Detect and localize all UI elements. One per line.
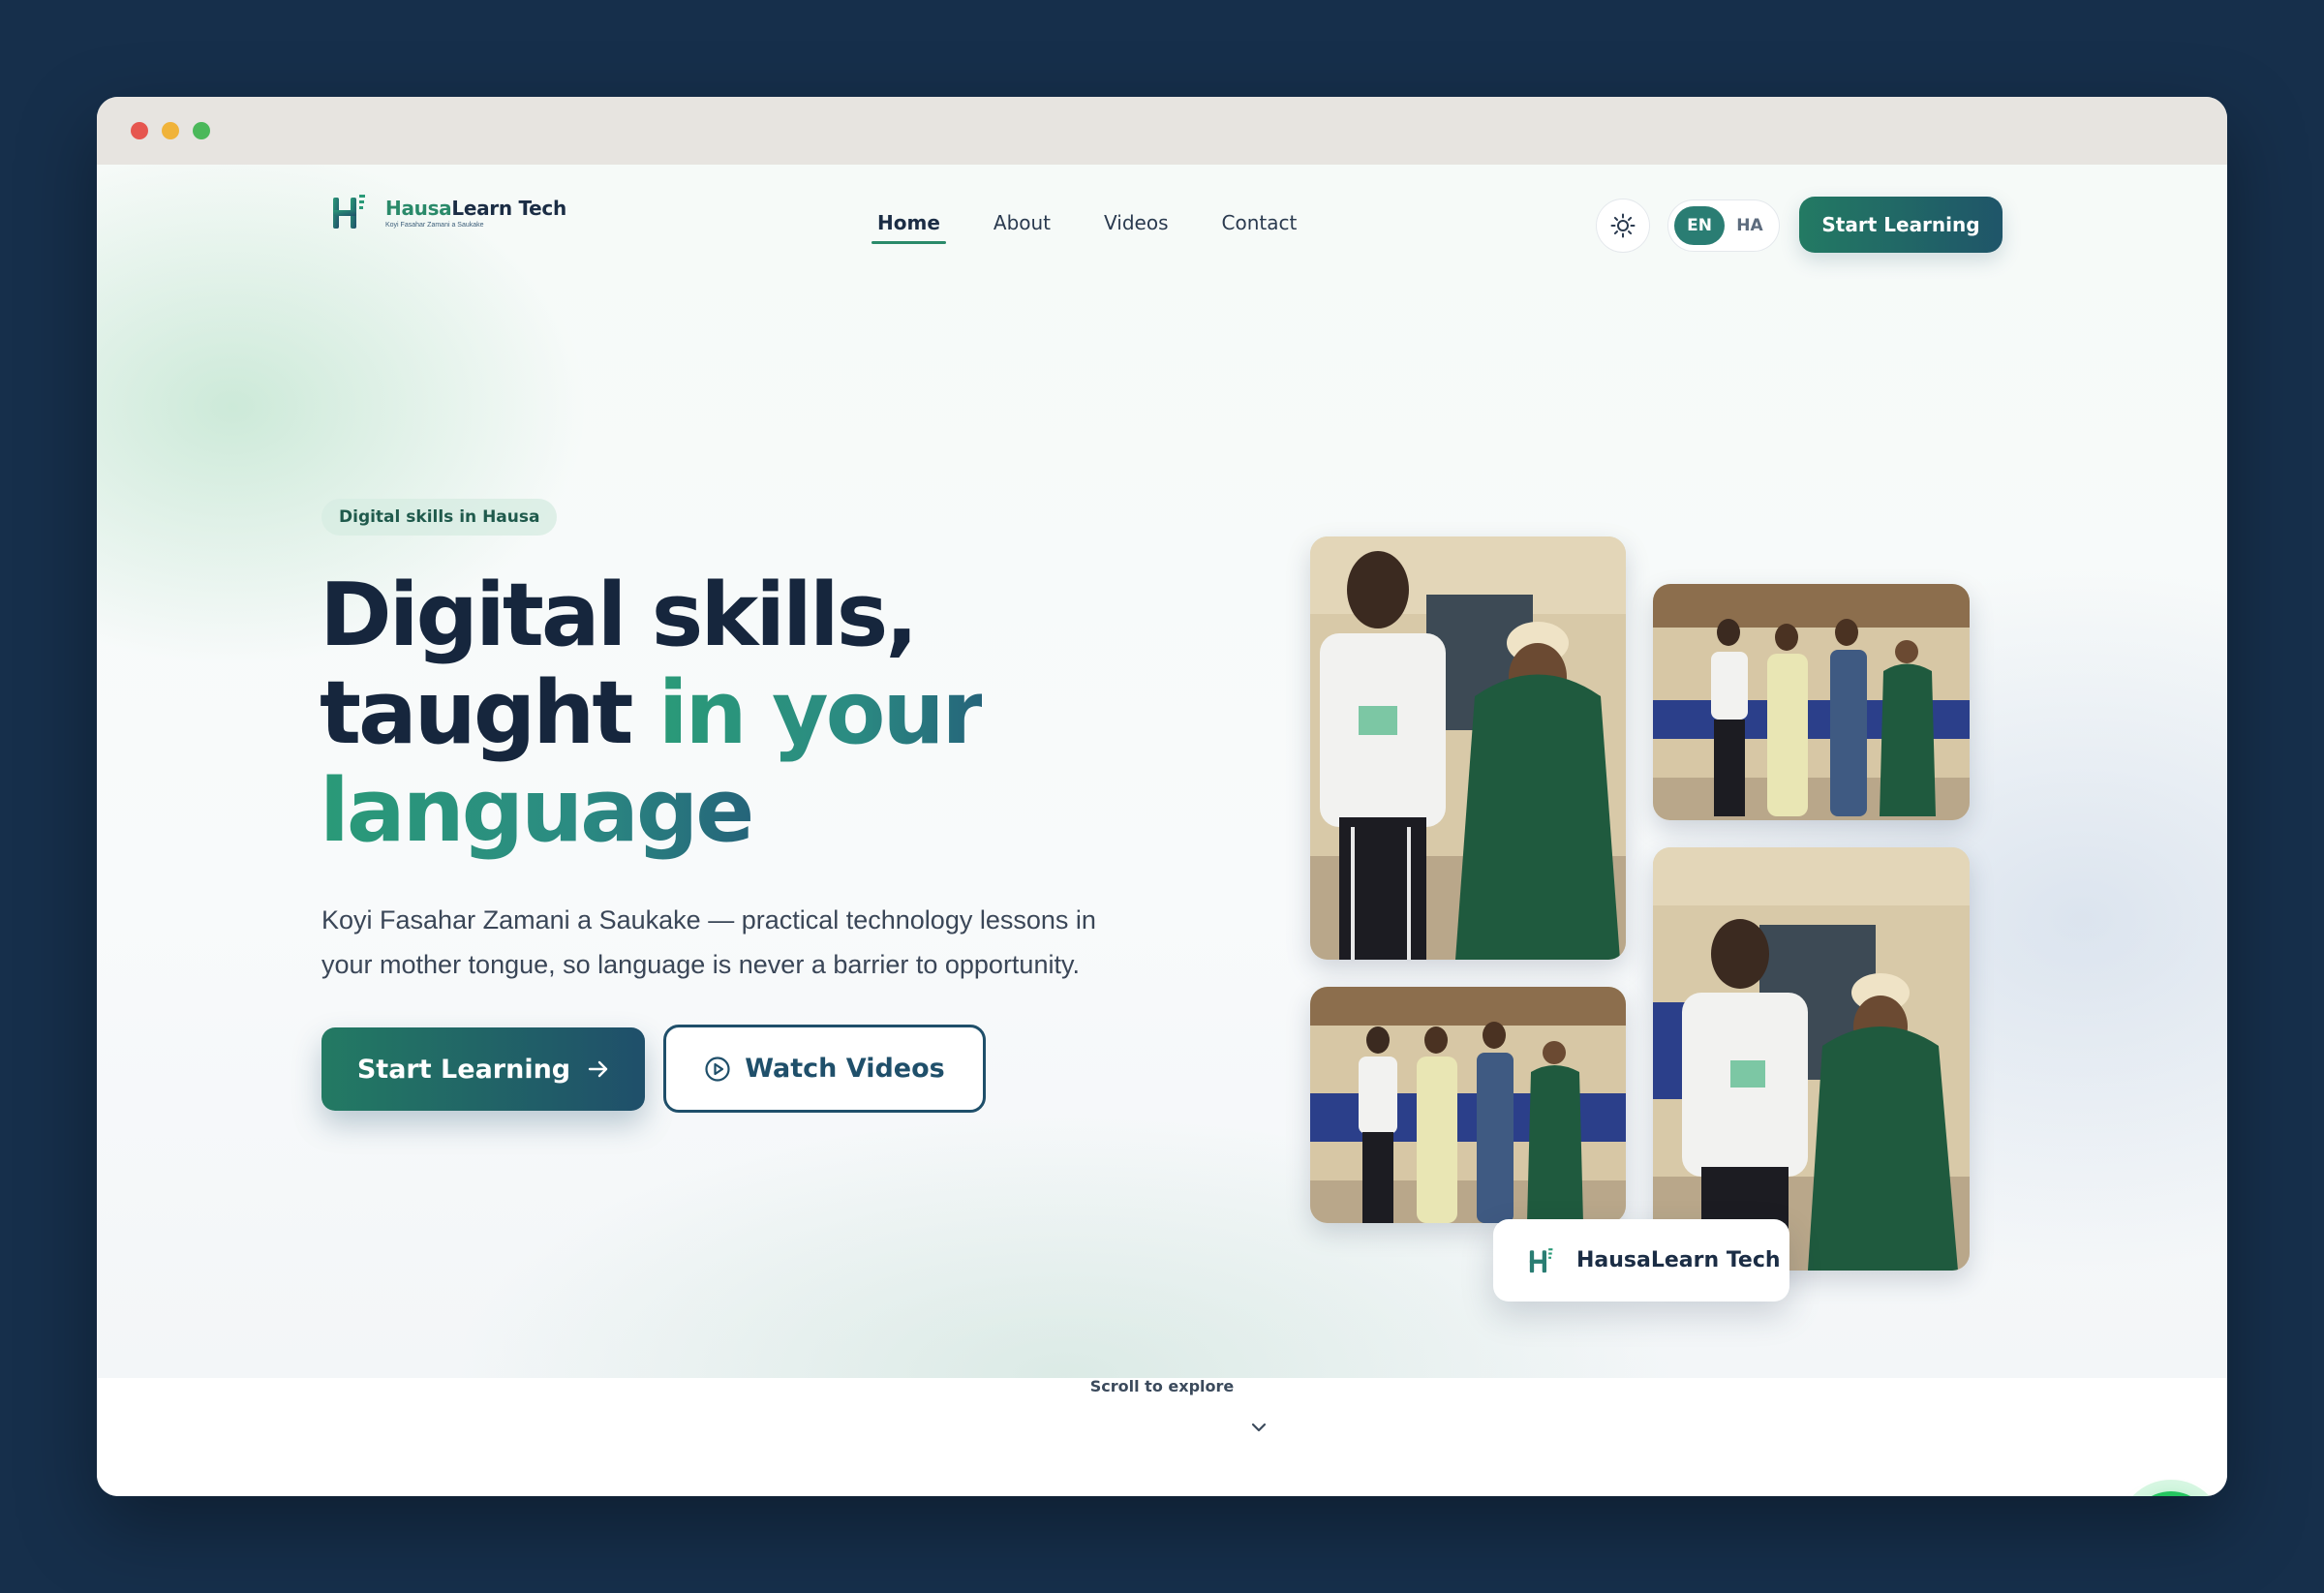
hero-badge: Digital skills in Hausa [321, 499, 558, 536]
browser-window: HausaLearn Tech Koyi Fasahar Zamani a Sa… [97, 97, 2227, 1496]
brand-card-label: HausaLearn Tech [1576, 1248, 1781, 1272]
sun-icon [1610, 213, 1636, 238]
play-circle-icon [705, 1056, 730, 1082]
hero-photo-duo [1310, 536, 1626, 960]
lang-option-en[interactable]: EN [1674, 206, 1725, 245]
hero-subtitle: Koyi Fasahar Zamani a Saukake — practica… [321, 898, 1096, 987]
headline-line-2-plain: taught [320, 662, 658, 764]
theme-toggle-button[interactable] [1596, 199, 1650, 253]
hero-headline: Digital skills, taught in your language [320, 567, 1191, 860]
hero-section: HausaLearn Tech Koyi Fasahar Zamani a Sa… [97, 165, 2227, 1432]
maximize-window-button[interactable] [193, 122, 210, 139]
site-logo[interactable]: HausaLearn Tech Koyi Fasahar Zamani a Sa… [331, 192, 566, 232]
brand-card: HausaLearn Tech [1493, 1219, 1789, 1302]
nav-videos[interactable]: Videos [1098, 205, 1174, 244]
logo-mark-icon [333, 195, 365, 229]
secondary-cta-label: Watch Videos [745, 1054, 945, 1084]
hero-start-learning-button[interactable]: Start Learning [321, 1027, 645, 1111]
logo-tagline: Koyi Fasahar Zamani a Saukake [385, 221, 484, 229]
minimize-window-button[interactable] [162, 122, 179, 139]
hero-watch-videos-button[interactable]: Watch Videos [663, 1025, 986, 1113]
nav-home[interactable]: Home [872, 205, 946, 244]
logo-mark-icon [1529, 1247, 1553, 1272]
whatsapp-button[interactable] [2118, 1480, 2224, 1496]
main-nav: Home About Videos Contact [872, 205, 1344, 244]
header-start-learning-button[interactable]: Start Learning [1799, 197, 2003, 253]
chevron-down-icon[interactable] [1250, 1422, 1268, 1433]
headline-line-2-accent: in your [657, 662, 985, 764]
subtitle-line-1: Koyi Fasahar Zamani a Saukake — practica… [321, 905, 1096, 934]
logo-wordmark: HausaLearn Tech [385, 196, 566, 220]
whatsapp-button-inner [2129, 1491, 2213, 1496]
nav-contact[interactable]: Contact [1216, 205, 1303, 244]
window-titlebar [97, 97, 2227, 165]
arrow-right-icon [588, 1060, 608, 1078]
nav-about[interactable]: About [988, 205, 1056, 244]
language-switch: EN HA [1667, 199, 1780, 252]
hero-photo-duo-2 [1653, 847, 1970, 1271]
scroll-hint[interactable]: Scroll to explore [1065, 1377, 1259, 1395]
subtitle-line-2: your mother tongue, so language is never… [321, 950, 1080, 979]
primary-cta-label: Start Learning [356, 1054, 571, 1085]
close-window-button[interactable] [131, 122, 148, 139]
hero-photo-group [1653, 584, 1970, 820]
headline-line-1: Digital skills, [320, 565, 918, 666]
page-viewport: HausaLearn Tech Koyi Fasahar Zamani a Sa… [97, 165, 2227, 1496]
hero-photo-group-2 [1310, 987, 1626, 1223]
lang-option-ha[interactable]: HA [1725, 206, 1775, 245]
headline-line-3-accent: language [320, 760, 754, 862]
